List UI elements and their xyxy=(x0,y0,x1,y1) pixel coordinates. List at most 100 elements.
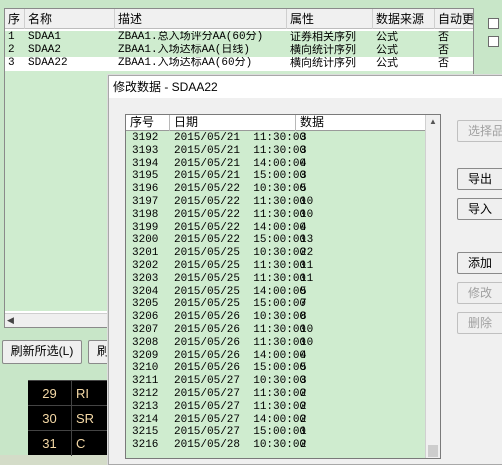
modify-button[interactable]: 修改 xyxy=(457,282,502,304)
cell-date: 2015/05/27 14:00:00 xyxy=(174,413,307,426)
list-item-code: SR xyxy=(76,411,95,426)
delete-button[interactable]: 删除 xyxy=(457,312,502,334)
table-row[interactable]: 3204 2015/05/25 14:00:00 5 xyxy=(126,286,426,298)
cell-seq: 3212 xyxy=(132,388,159,400)
col-header-value[interactable]: 数据 xyxy=(296,115,427,131)
cell-date: 2015/05/26 10:30:00 xyxy=(174,311,307,324)
list-item-code: RI xyxy=(76,386,89,401)
cell-seq: 3213 xyxy=(132,400,159,413)
cell-date: 2015/05/22 15:00:00 xyxy=(174,234,307,247)
table-row[interactable]: 3212 2015/05/27 11:30:00 2 xyxy=(126,388,426,400)
cell-seq: 3205 xyxy=(132,298,159,311)
col-header-name[interactable]: 名称 xyxy=(25,9,115,29)
cell-date: 2015/05/22 11:30:00 xyxy=(174,196,307,208)
export-button[interactable]: 导出 xyxy=(457,168,502,190)
add-button[interactable]: 添加 xyxy=(457,252,502,274)
checkbox[interactable] xyxy=(488,36,499,47)
cell-value: 10 xyxy=(300,336,314,349)
col-header-auto[interactable]: 自动更 xyxy=(435,9,473,29)
cell-value: 5 xyxy=(300,183,307,196)
refresh-selected-button[interactable]: 刷新所选(L) xyxy=(2,340,82,364)
table-row[interactable]: 2 SDAA2 ZBAA1.入场达标AA(日线) 横向统计序列 公式 否 xyxy=(5,44,473,57)
cell-seq: 3203 xyxy=(132,272,159,285)
table-row[interactable]: 3211 2015/05/27 10:30:00 3 xyxy=(126,375,426,387)
cell-value: 5 xyxy=(300,362,307,375)
cell-date: 2015/05/21 11:30:00 xyxy=(174,132,307,144)
cell-no: 1 xyxy=(8,31,15,43)
select-product-button[interactable]: 选择品 xyxy=(457,120,502,142)
table-row[interactable]: 3207 2015/05/26 11:30:00 10 xyxy=(126,324,426,336)
cell-value: 1 xyxy=(300,426,307,439)
quote-list-panel: 29 RI 30 SR 31 C xyxy=(28,380,118,456)
table-row[interactable]: 3213 2015/05/27 11:30:00 2 xyxy=(126,401,426,413)
cell-date: 2015/05/25 15:00:00 xyxy=(174,298,307,311)
table-row[interactable]: 3202 2015/05/25 11:30:00 11 xyxy=(126,260,426,272)
cell-attr: 横向统计序列 xyxy=(290,44,356,56)
table-row[interactable]: 3201 2015/05/25 10:30:00 22 xyxy=(126,247,426,259)
table-row[interactable]: 1 SDAA1 ZBAA1.总入场评分AA(60分) 证券相关序列 公式 否 xyxy=(5,31,473,44)
list-item[interactable]: 29 RI xyxy=(28,380,118,406)
col-header-source[interactable]: 数据来源 xyxy=(373,9,435,29)
cell-value: 10 xyxy=(300,208,314,221)
table-row[interactable]: 3214 2015/05/27 14:00:00 2 xyxy=(126,414,426,426)
scroll-up-icon[interactable]: ▲ xyxy=(429,117,437,126)
cell-desc: ZBAA1.入场达标AA(日线) xyxy=(118,44,251,56)
cell-value: 8 xyxy=(300,311,307,324)
table-row[interactable]: 3199 2015/05/22 14:00:00 4 xyxy=(126,222,426,234)
cell-name: SDAA1 xyxy=(28,31,62,43)
cell-name: SDAA2 xyxy=(28,44,62,56)
list-item[interactable]: 31 C xyxy=(28,430,118,456)
scroll-left-icon[interactable]: ◀ xyxy=(7,315,14,326)
cell-seq: 3196 xyxy=(132,183,159,196)
table-row[interactable]: 3198 2015/05/22 11:30:00 10 xyxy=(126,209,426,221)
cell-value: 3 xyxy=(300,132,307,144)
cell-value: 4 xyxy=(300,349,307,362)
vertical-scrollbar[interactable]: ▲ xyxy=(425,115,440,458)
col-header-attr[interactable]: 属性 xyxy=(287,9,373,29)
table-row[interactable]: 3203 2015/05/25 11:30:00 11 xyxy=(126,273,426,285)
cell-name: SDAA22 xyxy=(28,57,68,69)
cell-value: 13 xyxy=(300,234,314,247)
col-header-no[interactable]: 序 xyxy=(5,9,25,29)
cell-date: 2015/05/28 10:30:00 xyxy=(174,439,307,452)
cell-auto: 否 xyxy=(438,31,449,43)
col-header-date[interactable]: 日期 xyxy=(170,115,296,131)
cell-value: 7 xyxy=(300,298,307,311)
cell-seq: 3209 xyxy=(132,349,159,362)
cell-date: 2015/05/21 11:30:00 xyxy=(174,144,307,157)
cell-seq: 3210 xyxy=(132,362,159,375)
table-row[interactable]: 3197 2015/05/22 11:30:00 10 xyxy=(126,196,426,208)
import-button[interactable]: 导入 xyxy=(457,198,502,220)
series-table-header: 序 名称 描述 属性 数据来源 自动更 xyxy=(5,9,473,29)
cell-seq: 3214 xyxy=(132,413,159,426)
table-row[interactable]: 3215 2015/05/27 15:00:00 1 xyxy=(126,426,426,438)
table-row[interactable]: 3192 2015/05/21 11:30:00 3 xyxy=(126,132,426,144)
table-row[interactable]: 3193 2015/05/21 11:30:00 3 xyxy=(126,145,426,157)
cell-seq: 3194 xyxy=(132,157,159,170)
table-row[interactable]: 3205 2015/05/25 15:00:00 7 xyxy=(126,298,426,310)
table-row-selected[interactable]: 3 SDAA22 ZBAA1.入场达标AA(60分) 横向统计序列 公式 否 xyxy=(5,57,473,70)
table-row[interactable]: 3196 2015/05/22 10:30:00 5 xyxy=(126,183,426,195)
dialog-title[interactable]: 修改数据 - SDAA22 xyxy=(109,76,502,98)
scrollbar-thumb[interactable] xyxy=(428,445,438,457)
cell-value: 22 xyxy=(300,247,314,260)
cell-value: 4 xyxy=(300,221,307,234)
table-row[interactable]: 3208 2015/05/26 11:30:00 10 xyxy=(126,337,426,349)
table-row[interactable]: 3195 2015/05/21 15:00:00 3 xyxy=(126,170,426,182)
table-row[interactable]: 3209 2015/05/26 14:00:00 4 xyxy=(126,350,426,362)
table-row[interactable]: 3206 2015/05/26 10:30:00 8 xyxy=(126,311,426,323)
table-row[interactable]: 3200 2015/05/22 15:00:00 13 xyxy=(126,234,426,246)
table-row[interactable]: 3210 2015/05/26 15:00:00 5 xyxy=(126,362,426,374)
table-row[interactable]: 3216 2015/05/28 10:30:00 2 xyxy=(126,439,426,451)
checkbox[interactable] xyxy=(488,18,499,29)
list-item[interactable]: 30 SR xyxy=(28,405,118,431)
table-row[interactable]: 3194 2015/05/21 14:00:00 4 xyxy=(126,158,426,170)
cell-value: 2 xyxy=(300,439,307,452)
data-grid: 序号 日期 数据 3192 2015/05/21 11:30:00 3 3193 201… xyxy=(125,114,441,459)
cell-date: 2015/05/27 11:30:00 xyxy=(174,388,307,400)
cell-seq: 3202 xyxy=(132,260,159,272)
col-header-seq[interactable]: 序号 xyxy=(126,115,170,131)
cell-value: 3 xyxy=(300,375,307,388)
cell-date: 2015/05/25 10:30:00 xyxy=(174,247,307,260)
col-header-desc[interactable]: 描述 xyxy=(115,9,287,29)
